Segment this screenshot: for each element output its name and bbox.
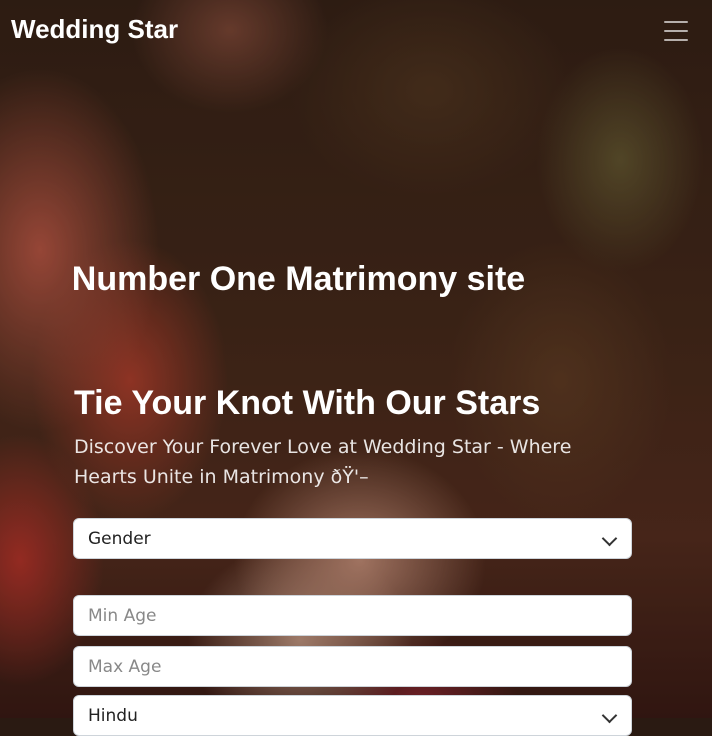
hero-subtitle: Discover Your Forever Love at Wedding St… bbox=[74, 436, 572, 488]
menu-bar bbox=[664, 39, 688, 41]
religion-select[interactable]: Hindu bbox=[73, 695, 632, 736]
gender-select[interactable]: Gender bbox=[73, 518, 632, 559]
chevron-down-icon bbox=[601, 707, 618, 724]
max-age-placeholder: Max Age bbox=[88, 656, 162, 677]
hero-title: Tie Your Knot With Our Stars bbox=[74, 384, 541, 422]
min-age-placeholder: Min Age bbox=[88, 605, 157, 626]
navbar: Wedding Star bbox=[0, 0, 712, 62]
menu-bar bbox=[664, 21, 688, 23]
menu-bar bbox=[664, 30, 688, 32]
gender-select-value: Gender bbox=[88, 528, 151, 549]
max-age-input[interactable]: Max Age bbox=[73, 646, 632, 687]
hamburger-menu-icon[interactable] bbox=[664, 20, 688, 42]
marquee-text: India's Number One Matrimony site bbox=[74, 260, 526, 298]
marquee: India's Number One Matrimony site bbox=[74, 256, 624, 306]
chevron-down-icon bbox=[601, 530, 618, 547]
brand-logo[interactable]: Wedding Star bbox=[11, 14, 178, 45]
min-age-input[interactable]: Min Age bbox=[73, 595, 632, 636]
religion-select-value: Hindu bbox=[88, 705, 138, 726]
